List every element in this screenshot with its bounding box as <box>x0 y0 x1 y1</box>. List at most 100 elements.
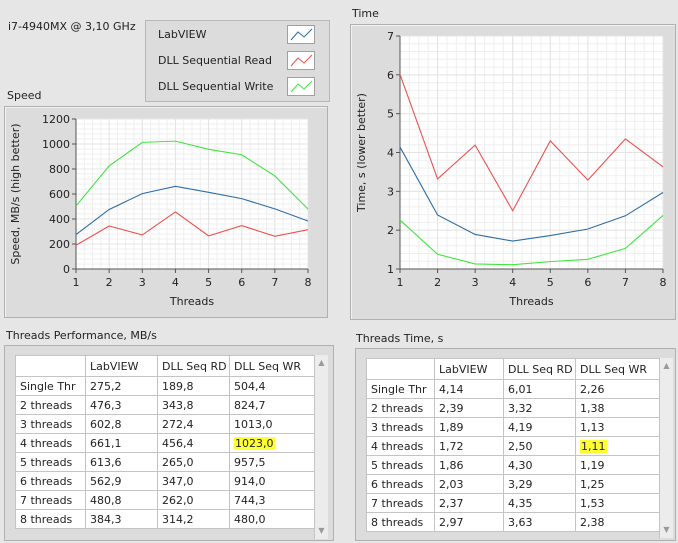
row-label-cell[interactable]: 5 threads <box>366 455 435 475</box>
speed-y-tick-label: 400 <box>49 213 70 226</box>
table-cell[interactable]: 1,19 <box>575 455 661 475</box>
table-cell[interactable]: 4,35 <box>503 493 576 513</box>
table-cell[interactable]: 1023,0 <box>229 433 316 453</box>
table-cell[interactable]: 1,86 <box>434 455 504 475</box>
row-label-cell[interactable]: 4 threads <box>15 433 86 453</box>
table-cell[interactable]: 480,0 <box>229 509 316 529</box>
scroll-down-icon[interactable]: ▼ <box>660 522 673 538</box>
row-label-cell[interactable]: 6 threads <box>366 474 435 494</box>
row-label-cell[interactable]: 4 threads <box>366 436 435 456</box>
table-cell[interactable]: 4,19 <box>503 417 576 437</box>
table-cell[interactable]: 6,01 <box>503 379 576 399</box>
table-row[interactable]: 6 threads 562,9 347,0 914,0 <box>15 471 316 491</box>
speed-x-tick-label: 4 <box>172 276 179 289</box>
table-cell[interactable]: 1,72 <box>434 436 504 456</box>
legend-swatch-labview[interactable] <box>287 25 315 44</box>
table-cell[interactable]: 504,4 <box>229 376 316 396</box>
table-row[interactable]: 8 threads 384,3 314,2 480,0 <box>15 509 316 529</box>
table-cell[interactable]: 2,50 <box>503 436 576 456</box>
table-row[interactable]: 6 threads 2,03 3,29 1,25 <box>366 474 661 494</box>
table-cell[interactable]: 2,26 <box>575 379 661 399</box>
legend-swatch-read[interactable] <box>287 51 315 70</box>
table-cell[interactable]: 3,32 <box>503 398 576 418</box>
table-cell[interactable]: 824,7 <box>229 395 316 415</box>
table-row[interactable]: 7 threads 480,8 262,0 744,3 <box>15 490 316 510</box>
row-label-cell[interactable]: Single Thr <box>366 379 435 399</box>
scroll-down-icon[interactable]: ▼ <box>315 523 328 539</box>
table-cell[interactable]: 2,37 <box>434 493 504 513</box>
row-label-cell[interactable]: 3 threads <box>15 414 86 434</box>
table-row[interactable]: 2 threads 2,39 3,32 1,38 <box>366 398 661 418</box>
speed-x-tick-label: 6 <box>238 276 245 289</box>
table-cell[interactable]: 347,0 <box>157 471 230 491</box>
table-cell[interactable]: 1,89 <box>434 417 504 437</box>
table-cell[interactable]: 2,38 <box>575 512 661 532</box>
table-cell[interactable]: 265,0 <box>157 452 230 472</box>
table-cell[interactable]: 2,97 <box>434 512 504 532</box>
row-label-cell[interactable]: 3 threads <box>366 417 435 437</box>
time-y-axis-label: Time, s (lower better) <box>355 93 368 213</box>
table-cell[interactable]: 4,14 <box>434 379 504 399</box>
table-cell[interactable]: 2,39 <box>434 398 504 418</box>
scroll-up-icon[interactable]: ▲ <box>315 355 328 371</box>
table-cell[interactable]: 1013,0 <box>229 414 316 434</box>
perf-table[interactable]: LabVIEW DLL Seq RD DLL Seq WR Single Thr 275… <box>15 355 316 529</box>
table-cell[interactable]: 189,8 <box>157 376 230 396</box>
table-row[interactable]: 2 threads 476,3 343,8 824,7 <box>15 395 316 415</box>
table-cell[interactable]: 3,63 <box>503 512 576 532</box>
time-y-tick-label: 2 <box>387 224 394 237</box>
table-cell[interactable]: 613,6 <box>85 452 158 472</box>
row-label-cell[interactable]: 5 threads <box>15 452 86 472</box>
table-cell[interactable]: 456,4 <box>157 433 230 453</box>
table-cell[interactable]: 1,25 <box>575 474 661 494</box>
table-cell[interactable]: 1,13 <box>575 417 661 437</box>
speed-x-axis-label: Threads <box>169 295 214 308</box>
table-cell[interactable]: 2,03 <box>434 474 504 494</box>
perf-table-scrollbar[interactable]: ▲ ▼ <box>314 355 328 539</box>
table-cell[interactable]: 744,3 <box>229 490 316 510</box>
row-label-cell[interactable]: Single Thr <box>15 376 86 396</box>
table-cell[interactable]: 1,53 <box>575 493 661 513</box>
table-cell[interactable]: 480,8 <box>85 490 158 510</box>
table-row[interactable]: 3 threads 602,8 272,4 1013,0 <box>15 414 316 434</box>
scroll-up-icon[interactable]: ▲ <box>660 358 673 374</box>
time-table[interactable]: LabVIEW DLL Seq RD DLL Seq WR Single Thr 4,1… <box>366 358 661 532</box>
table-cell[interactable]: 275,2 <box>85 376 158 396</box>
table-cell[interactable]: 314,2 <box>157 509 230 529</box>
table-cell[interactable]: 1,11 <box>575 436 661 456</box>
table-row[interactable]: 5 threads 1,86 4,30 1,19 <box>366 455 661 475</box>
row-label-cell[interactable]: 7 threads <box>366 493 435 513</box>
table-cell[interactable]: 602,8 <box>85 414 158 434</box>
speed-y-tick-label: 800 <box>49 163 70 176</box>
table-cell[interactable]: 343,8 <box>157 395 230 415</box>
table-cell[interactable]: 562,9 <box>85 471 158 491</box>
table-cell[interactable]: 914,0 <box>229 471 316 491</box>
table-cell[interactable]: 384,3 <box>85 509 158 529</box>
row-label-cell[interactable]: 7 threads <box>15 490 86 510</box>
row-label-cell[interactable]: 2 threads <box>366 398 435 418</box>
table-cell[interactable]: 661,1 <box>85 433 158 453</box>
table-cell[interactable]: 272,4 <box>157 414 230 434</box>
table-cell[interactable]: 3,29 <box>503 474 576 494</box>
table-cell[interactable]: 262,0 <box>157 490 230 510</box>
speed-y-tick-label: 1000 <box>42 138 70 151</box>
table-row[interactable]: 7 threads 2,37 4,35 1,53 <box>366 493 661 513</box>
table-row[interactable]: 4 threads 1,72 2,50 1,11 <box>366 436 661 456</box>
table-row[interactable]: Single Thr 4,14 6,01 2,26 <box>366 379 661 399</box>
table-cell[interactable]: 1,38 <box>575 398 661 418</box>
legend-swatch-write[interactable] <box>287 77 315 96</box>
table-row[interactable]: 3 threads 1,89 4,19 1,13 <box>366 417 661 437</box>
table-cell[interactable]: 957,5 <box>229 452 316 472</box>
table-cell[interactable]: 4,30 <box>503 455 576 475</box>
highlighted-value: 1023,0 <box>234 436 275 450</box>
table-row[interactable]: 4 threads 661,1 456,4 1023,0 <box>15 433 316 453</box>
time-table-scrollbar[interactable]: ▲ ▼ <box>659 358 673 538</box>
table-cell[interactable]: 476,3 <box>85 395 158 415</box>
row-label-cell[interactable]: 8 threads <box>15 509 86 529</box>
row-label-cell[interactable]: 2 threads <box>15 395 86 415</box>
table-row[interactable]: Single Thr 275,2 189,8 504,4 <box>15 376 316 396</box>
table-row[interactable]: 5 threads 613,6 265,0 957,5 <box>15 452 316 472</box>
row-label-cell[interactable]: 8 threads <box>366 512 435 532</box>
row-label-cell[interactable]: 6 threads <box>15 471 86 491</box>
table-row[interactable]: 8 threads 2,97 3,63 2,38 <box>366 512 661 532</box>
